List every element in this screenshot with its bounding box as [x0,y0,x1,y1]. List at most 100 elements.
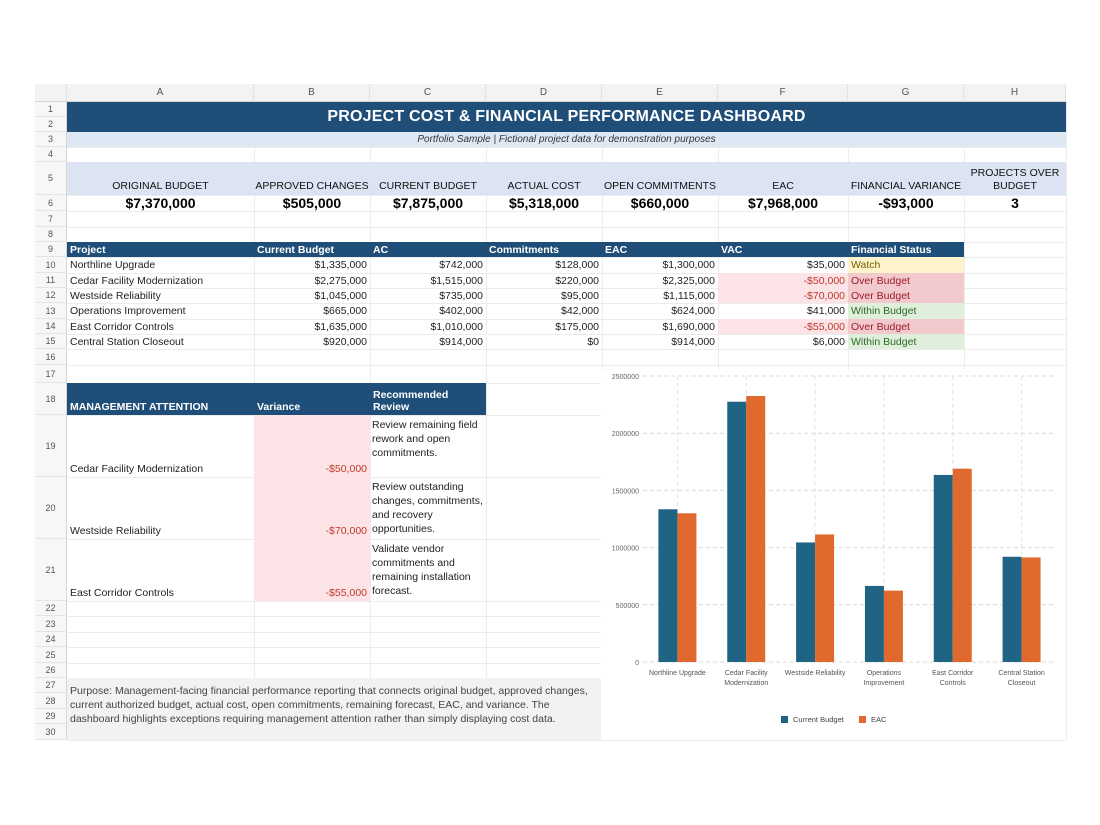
row-header-8[interactable]: 8 [35,227,67,242]
attention-variance-cell[interactable]: -$55,000 [254,539,370,601]
commitments-cell[interactable]: $0 [486,334,602,349]
kpi-value[interactable]: $660,000 [602,195,718,211]
row-header-4[interactable]: 4 [35,147,67,162]
actual-cost-cell[interactable]: $914,000 [370,334,486,349]
recommended-review-cell[interactable]: Validate vendor commitments and remainin… [370,539,486,601]
project-name[interactable]: Westside Reliability [67,288,254,303]
actual-cost-cell[interactable]: $742,000 [370,257,486,273]
commitments-cell[interactable]: $95,000 [486,288,602,303]
column-header-b[interactable]: B [254,84,370,102]
financial-status-badge[interactable]: Watch [848,257,964,273]
row-header-2[interactable]: 2 [35,117,67,132]
row-header-5[interactable]: 5 [35,162,67,195]
attention-variance-cell[interactable]: -$70,000 [254,477,370,539]
row-header-27[interactable]: 27 [35,678,67,693]
project-table-header[interactable]: AC [370,242,486,257]
vac-cell[interactable]: $41,000 [718,303,848,319]
project-name[interactable]: Northline Upgrade [67,257,254,273]
kpi-value[interactable]: $5,318,000 [486,195,602,211]
actual-cost-cell[interactable]: $735,000 [370,288,486,303]
attention-variance-cell[interactable]: -$50,000 [254,415,370,477]
row-header-1[interactable]: 1 [35,102,67,117]
attention-project-name[interactable]: Cedar Facility Modernization [67,415,254,477]
row-header-30[interactable]: 30 [35,724,67,740]
project-name[interactable]: East Corridor Controls [67,319,254,334]
attention-project-name[interactable]: East Corridor Controls [67,539,254,601]
project-name[interactable]: Operations Improvement [67,303,254,319]
row-header-10[interactable]: 10 [35,257,67,273]
current-budget-cell[interactable]: $1,045,000 [254,288,370,303]
row-header-25[interactable]: 25 [35,647,67,663]
kpi-value[interactable]: 3 [964,195,1066,211]
current-budget-cell[interactable]: $1,635,000 [254,319,370,334]
kpi-value[interactable]: $7,370,000 [67,195,254,211]
eac-cell[interactable]: $624,000 [602,303,718,319]
eac-cell[interactable]: $1,300,000 [602,257,718,273]
recommended-review-cell[interactable]: Review remaining field rework and open c… [370,415,486,477]
column-header-a[interactable]: A [67,84,254,102]
recommended-review-cell[interactable]: Review outstanding changes, commitments,… [370,477,486,539]
commitments-cell[interactable]: $128,000 [486,257,602,273]
project-table-header[interactable]: VAC [718,242,848,257]
vac-cell[interactable]: -$50,000 [718,273,848,288]
financial-status-badge[interactable]: Within Budget [848,303,964,319]
kpi-value[interactable]: $505,000 [254,195,370,211]
row-header-14[interactable]: 14 [35,319,67,334]
eac-cell[interactable]: $1,115,000 [602,288,718,303]
financial-status-badge[interactable]: Over Budget [848,319,964,334]
kpi-value[interactable]: $7,875,000 [370,195,486,211]
eac-cell[interactable]: $914,000 [602,334,718,349]
eac-cell[interactable]: $2,325,000 [602,273,718,288]
current-budget-cell[interactable]: $1,335,000 [254,257,370,273]
row-header-12[interactable]: 12 [35,288,67,303]
attention-table-header[interactable]: MANAGEMENT ATTENTION [67,383,254,415]
vac-cell[interactable]: $35,000 [718,257,848,273]
row-header-29[interactable]: 29 [35,709,67,724]
project-table-header[interactable]: Financial Status [848,242,964,257]
select-all-corner[interactable] [35,84,67,102]
attention-table-header[interactable]: Variance [254,383,370,415]
project-name[interactable]: Cedar Facility Modernization [67,273,254,288]
column-header-d[interactable]: D [486,84,602,102]
vac-cell[interactable]: -$55,000 [718,319,848,334]
commitments-cell[interactable]: $42,000 [486,303,602,319]
column-header-h[interactable]: H [964,84,1066,102]
row-header-21[interactable]: 21 [35,539,67,601]
actual-cost-cell[interactable]: $1,515,000 [370,273,486,288]
kpi-value[interactable]: -$93,000 [848,195,964,211]
actual-cost-cell[interactable]: $402,000 [370,303,486,319]
row-header-13[interactable]: 13 [35,303,67,319]
column-header-c[interactable]: C [370,84,486,102]
vac-cell[interactable]: $6,000 [718,334,848,349]
financial-status-badge[interactable]: Over Budget [848,288,964,303]
row-header-16[interactable]: 16 [35,349,67,365]
attention-project-name[interactable]: Westside Reliability [67,477,254,539]
purpose-note[interactable]: Purpose: Management-facing financial per… [67,678,602,740]
row-header-17[interactable]: 17 [35,365,67,383]
commitments-cell[interactable]: $175,000 [486,319,602,334]
column-header-f[interactable]: F [718,84,848,102]
project-table-header[interactable]: Commitments [486,242,602,257]
row-header-7[interactable]: 7 [35,211,67,227]
eac-cell[interactable]: $1,690,000 [602,319,718,334]
project-table-header[interactable]: Current Budget [254,242,370,257]
row-header-11[interactable]: 11 [35,273,67,288]
row-header-22[interactable]: 22 [35,601,67,616]
project-table-header[interactable]: Project [67,242,254,257]
project-name[interactable]: Central Station Closeout [67,334,254,349]
column-header-e[interactable]: E [602,84,718,102]
row-header-15[interactable]: 15 [35,334,67,349]
financial-status-badge[interactable]: Within Budget [848,334,964,349]
row-header-23[interactable]: 23 [35,616,67,632]
row-header-6[interactable]: 6 [35,195,67,211]
financial-status-badge[interactable]: Over Budget [848,273,964,288]
actual-cost-cell[interactable]: $1,010,000 [370,319,486,334]
row-header-9[interactable]: 9 [35,242,67,257]
row-header-24[interactable]: 24 [35,632,67,647]
current-budget-cell[interactable]: $920,000 [254,334,370,349]
row-header-28[interactable]: 28 [35,693,67,709]
column-header-g[interactable]: G [848,84,964,102]
row-header-19[interactable]: 19 [35,415,67,477]
row-header-3[interactable]: 3 [35,132,67,147]
vac-cell[interactable]: -$70,000 [718,288,848,303]
